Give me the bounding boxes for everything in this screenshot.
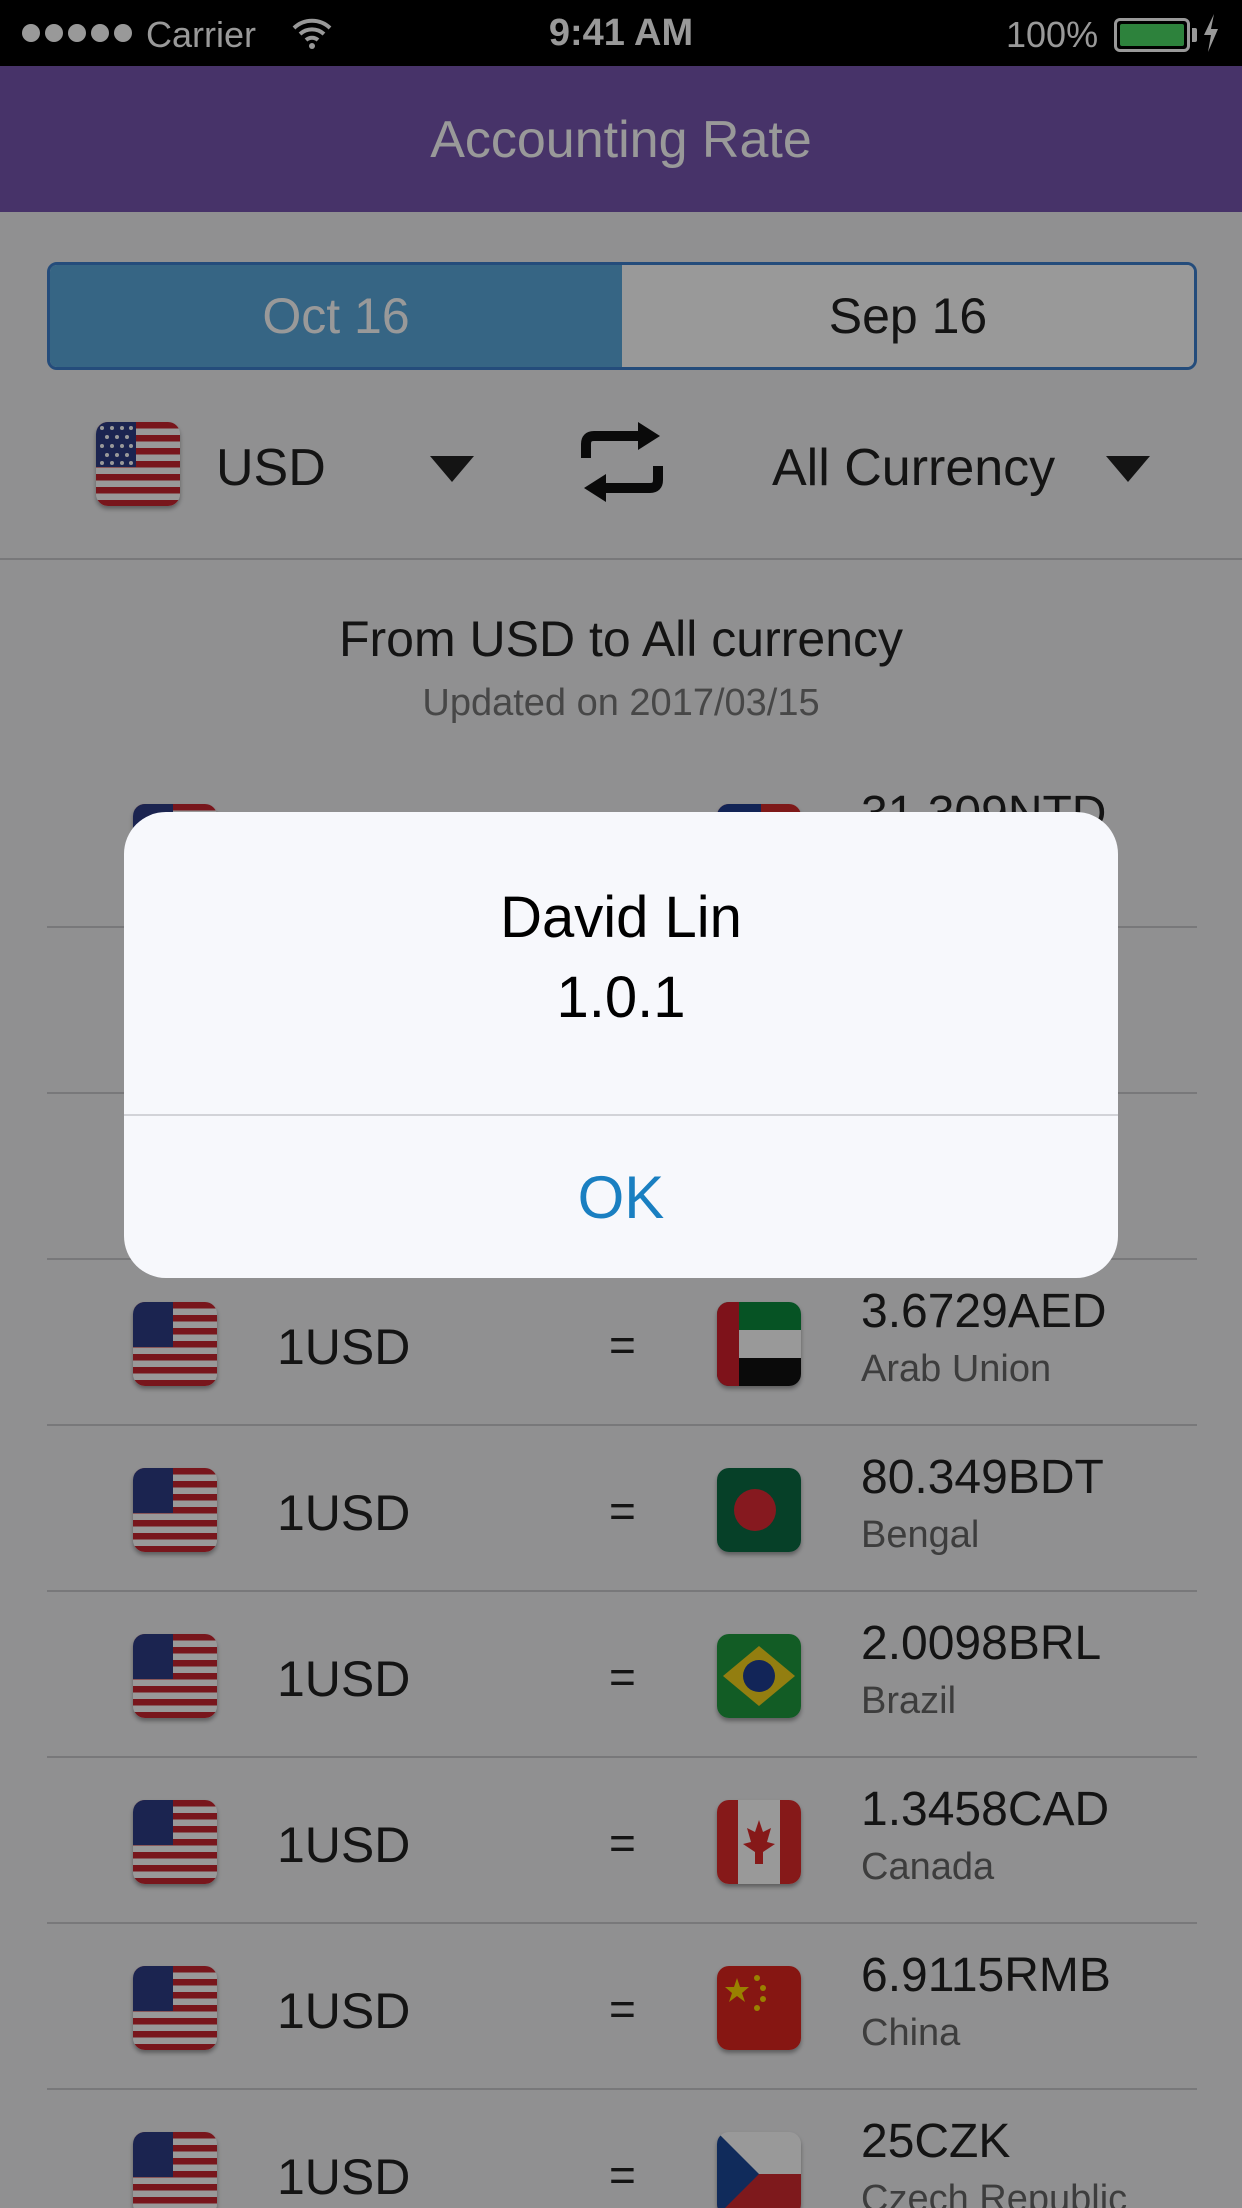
alert-message: 1.0.1 [556, 965, 686, 1030]
alert-title: David Lin [500, 885, 742, 950]
about-alert-dialog: David Lin 1.0.1 OK [124, 812, 1118, 1278]
ok-button[interactable]: OK [124, 1116, 1118, 1278]
